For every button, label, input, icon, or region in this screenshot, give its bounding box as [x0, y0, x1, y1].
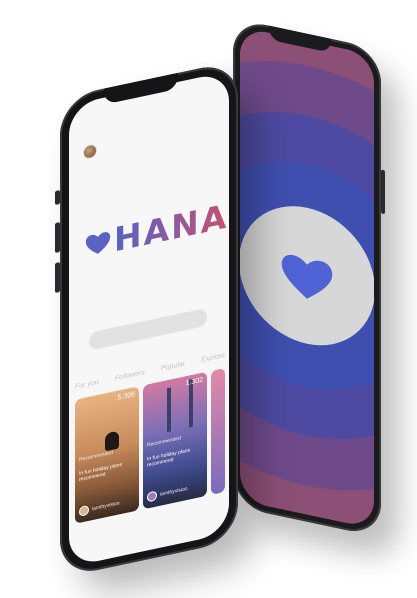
author-avatar: [147, 490, 157, 503]
card-title: In fun holiday plans recommend: [147, 447, 191, 469]
device-mockup-scene: HANA For you Followers Popular Explore 5…: [0, 0, 417, 598]
view-count: 5.306: [117, 391, 135, 402]
mute-switch: [55, 190, 60, 206]
card-title: In fun holiday plans recommend: [79, 461, 123, 483]
splash-phone: [233, 18, 385, 538]
profile-avatar[interactable]: [83, 143, 97, 161]
post-card[interactable]: 1.302 Recommended In fun holiday plans r…: [143, 371, 207, 510]
feed-cards: 5.306 Recommended In fun holiday plans r…: [75, 367, 229, 550]
tab-followers[interactable]: Followers: [115, 369, 145, 382]
heart-icon: [85, 231, 111, 254]
volume-down-button: [55, 262, 60, 294]
search-bar[interactable]: [89, 307, 207, 351]
view-count: 1.302: [185, 376, 203, 388]
tab-for-you[interactable]: For you: [75, 379, 99, 391]
card-author[interactable]: iamthyvision: [147, 484, 188, 503]
app-logo: HANA: [85, 196, 229, 262]
power-button: [381, 169, 385, 215]
card-photo-minaret: [167, 387, 171, 433]
app-screen: HANA For you Followers Popular Explore 5…: [69, 71, 229, 568]
volume-up-button: [55, 222, 60, 254]
splash-screen: [240, 26, 374, 529]
author-avatar: [79, 504, 89, 517]
post-card[interactable]: 5.306 Recommended In fun holiday plans r…: [75, 386, 139, 524]
card-tag: Recommended: [147, 435, 181, 449]
tab-explore[interactable]: Explore: [201, 352, 225, 364]
post-card-peek[interactable]: [211, 367, 225, 495]
card-author[interactable]: iamthyvision: [79, 498, 120, 517]
author-name: iamthyvision: [92, 500, 120, 513]
card-photo-subject: [105, 430, 119, 452]
tab-popular[interactable]: Popular: [161, 360, 185, 372]
splash-rings: [240, 26, 374, 529]
app-phone: HANA For you Followers Popular Explore 5…: [55, 60, 238, 579]
logo-wordmark: HANA: [114, 196, 229, 260]
card-tag: Recommended: [79, 449, 113, 463]
author-name: iamthyvision: [160, 485, 188, 498]
